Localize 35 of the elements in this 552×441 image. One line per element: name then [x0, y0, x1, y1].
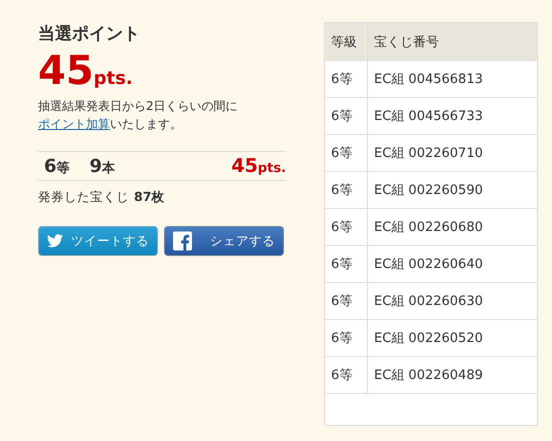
table-cell: EC組 004566733 [368, 98, 537, 134]
table-cell: EC組 002260489 [368, 356, 537, 394]
table-cell: 6等 [325, 282, 368, 320]
grade-unit: 等 [56, 161, 70, 176]
table-cell: EC組 002260520 [368, 320, 537, 356]
column-header: 等級 [325, 23, 368, 60]
count-unit: 本 [102, 161, 116, 176]
note-text: 抽選結果発表日から2日くらいの間に ポイント加算いたします。 [38, 98, 239, 133]
table-cell: EC組 004566813 [368, 60, 537, 98]
summary-points: 45 [231, 155, 258, 177]
tweet-button[interactable]: ツイートする [38, 226, 158, 256]
share-button[interactable]: シェアする [164, 226, 284, 256]
table-cell: EC組 002260680 [368, 208, 537, 246]
column-header: 宝くじ番号 [368, 23, 537, 60]
table-cell: 6等 [325, 208, 368, 246]
table-cell: 6等 [325, 246, 368, 282]
points-value: 45 [38, 48, 94, 94]
table-cell: 6等 [325, 356, 368, 394]
summary-points-unit: pts. [258, 161, 286, 176]
points-link[interactable]: ポイント加算 [38, 117, 110, 131]
table-cell: 6等 [325, 134, 368, 172]
table-cell: EC組 002260590 [368, 172, 537, 208]
table-cell: 6等 [325, 60, 368, 98]
grade-value: 6 [44, 156, 57, 177]
issued-label: 発券した宝くじ [38, 189, 129, 206]
issued-count: 87枚 [134, 189, 164, 206]
points-title: 当選ポイント [38, 23, 141, 45]
table-cell: EC組 002260640 [368, 246, 537, 282]
table-cell: EC組 002260630 [368, 282, 537, 320]
count-value: 9 [90, 156, 102, 177]
table-cell: 6等 [325, 172, 368, 208]
table-cell: EC組 002260710 [368, 134, 537, 172]
table-cell: 6等 [325, 320, 368, 356]
table-cell: 6等 [325, 98, 368, 134]
points-unit: pts. [94, 68, 133, 89]
